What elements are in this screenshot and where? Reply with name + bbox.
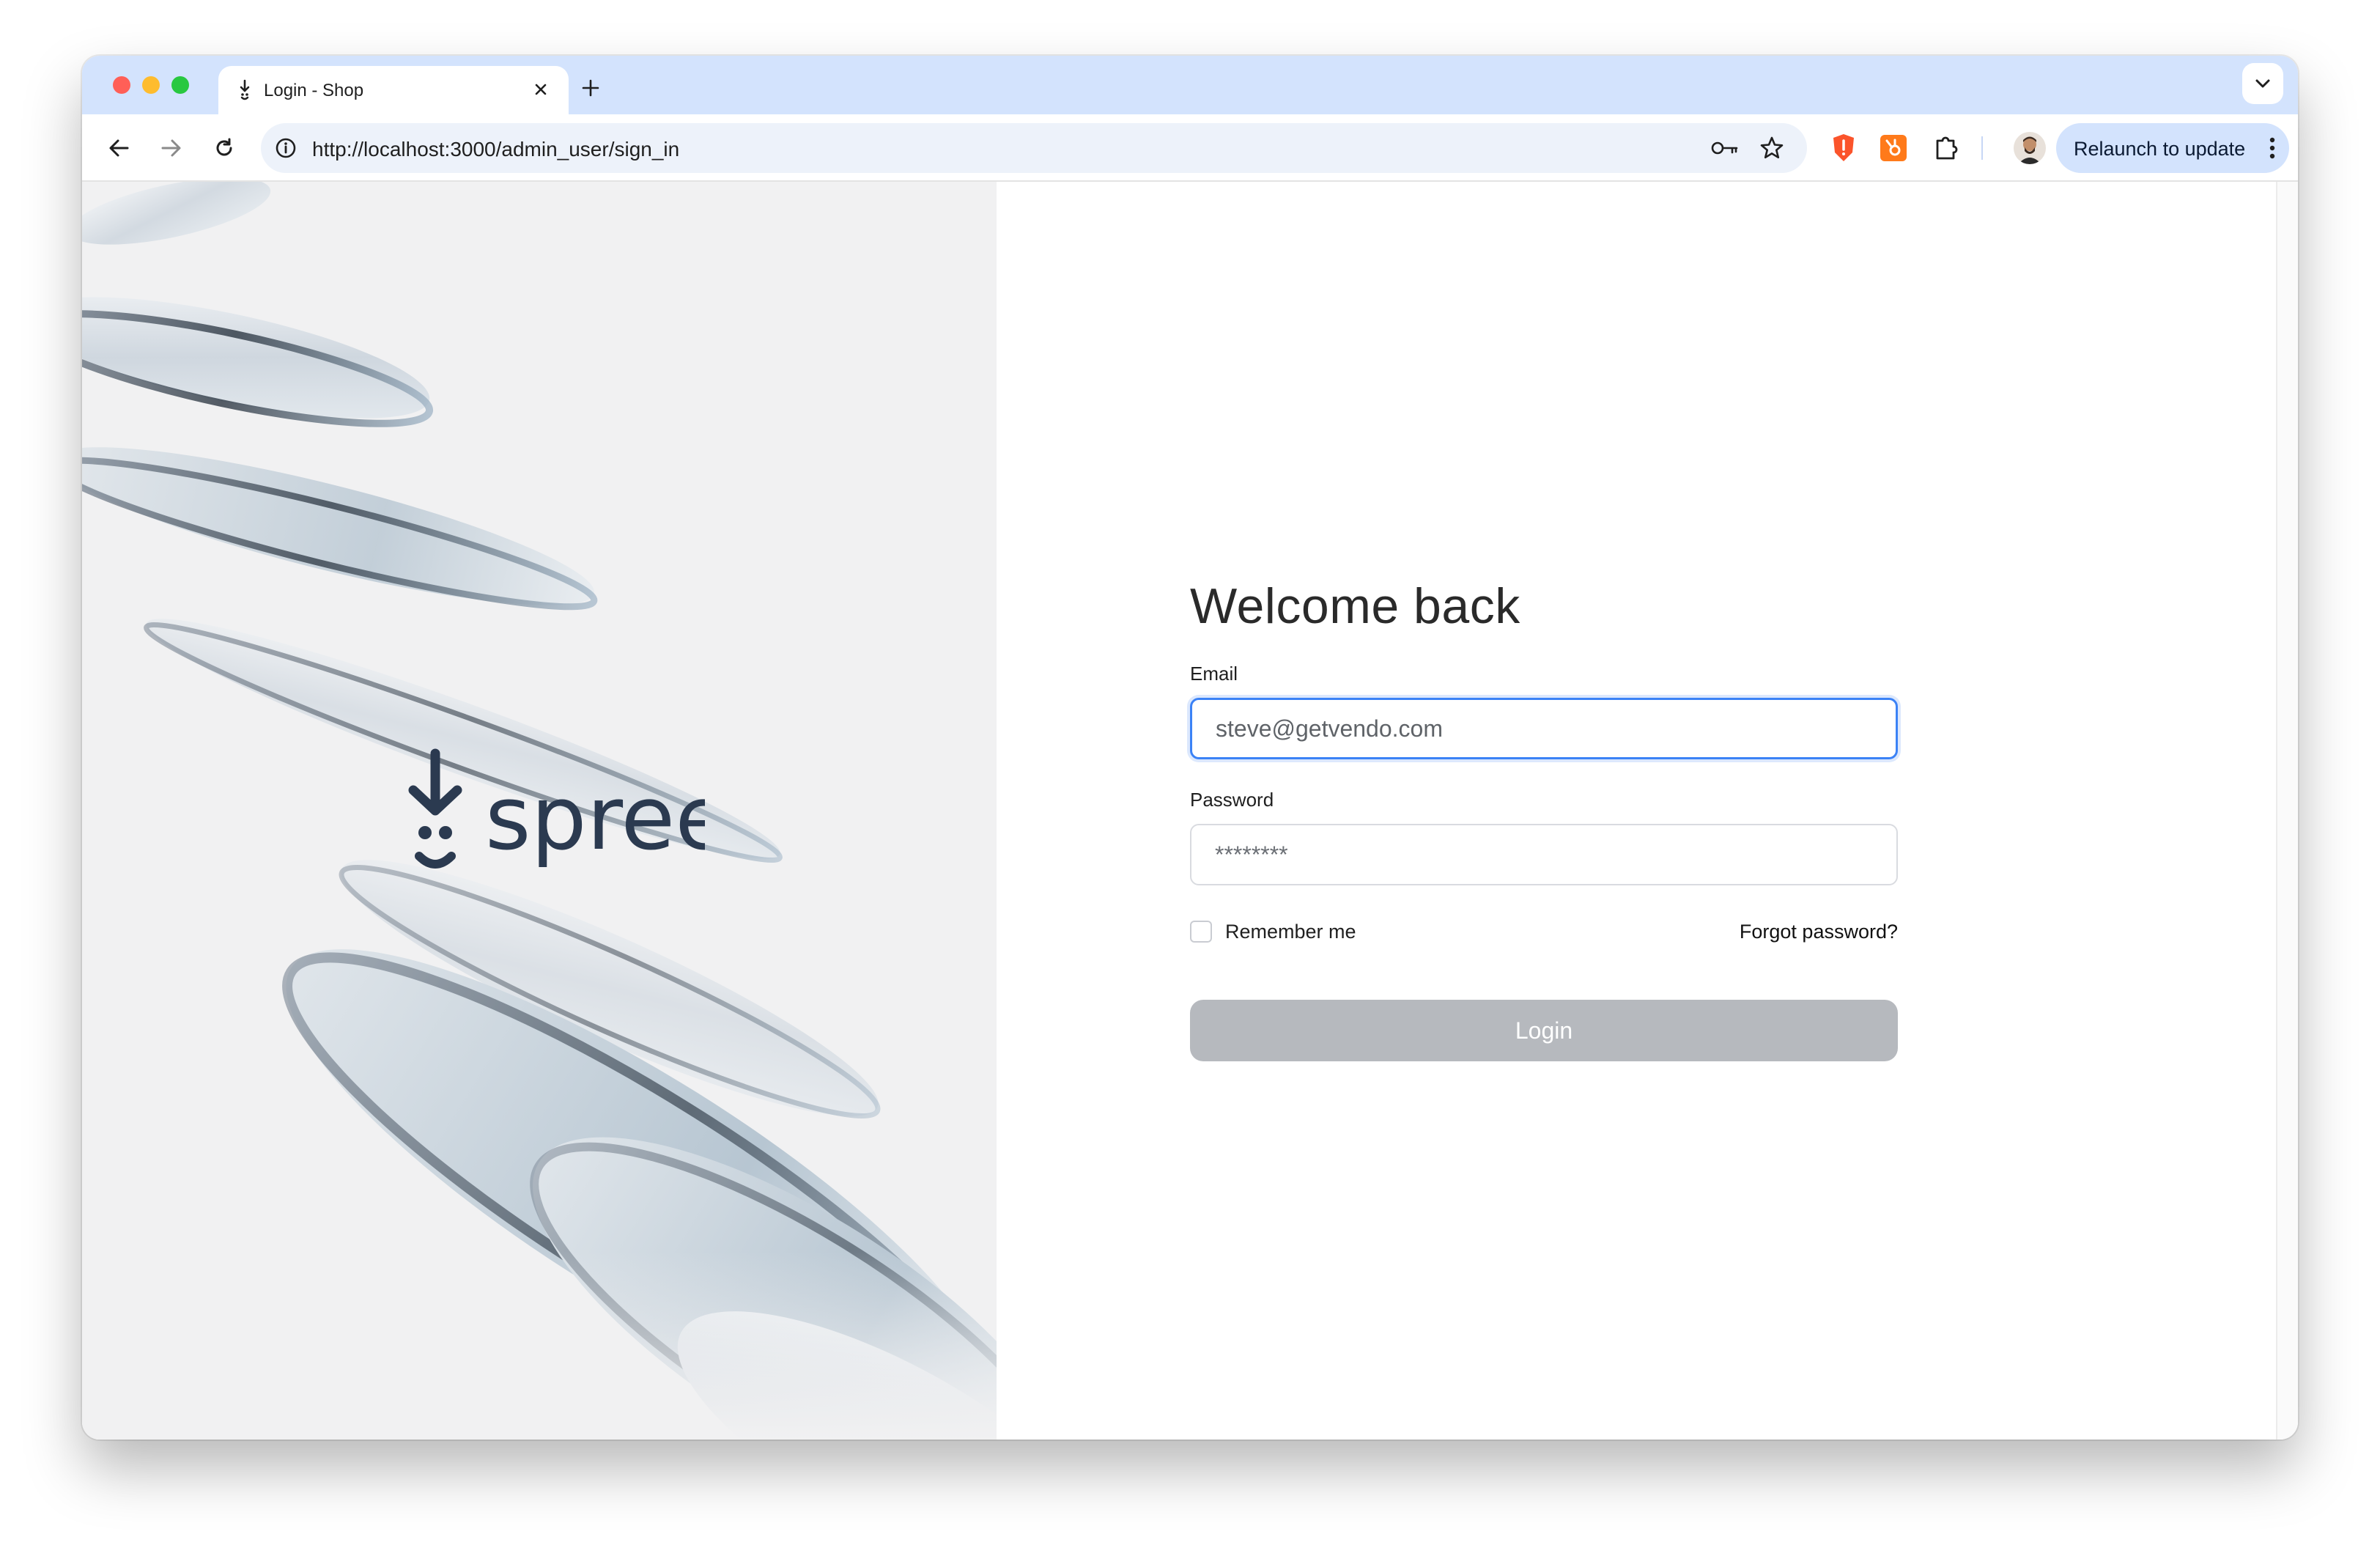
brave-shield-icon[interactable] <box>1829 132 1858 164</box>
relaunch-label: Relaunch to update <box>2074 138 2246 160</box>
email-field[interactable]: steve@getvendo.com <box>1190 698 1898 759</box>
tab-search-chevron-icon[interactable] <box>2242 63 2283 104</box>
back-arrow-icon[interactable] <box>100 129 138 167</box>
spree-logo-text: spree <box>485 768 705 870</box>
spree-favicon-icon <box>240 79 250 100</box>
forgot-password-link[interactable]: Forgot password? <box>1740 921 1898 943</box>
zoom-window-button[interactable] <box>171 76 189 94</box>
close-window-button[interactable] <box>113 76 130 94</box>
tab-strip: Login - Shop <box>82 56 2298 114</box>
url-text[interactable]: http://localhost:3000/admin_user/sign_in <box>312 138 679 161</box>
password-label: Password <box>1190 789 1274 811</box>
more-menu-icon[interactable] <box>2269 136 2276 160</box>
email-label: Email <box>1190 663 1238 685</box>
profile-avatar[interactable] <box>2014 132 2046 164</box>
forward-arrow-icon[interactable] <box>152 129 191 167</box>
bookmark-star-icon[interactable] <box>1759 135 1785 161</box>
scrollbar[interactable] <box>2276 182 2298 1440</box>
toolbar-divider <box>1981 136 1983 160</box>
page-viewport: spree Welcome back Email steve@getvendo.… <box>82 182 2298 1440</box>
hero-image-panel: spree <box>82 182 997 1440</box>
spree-logo: spree <box>408 748 705 870</box>
remember-me-label[interactable]: Remember me <box>1225 921 1356 943</box>
password-field[interactable]: ******** <box>1190 824 1898 885</box>
password-key-icon[interactable] <box>1710 136 1740 160</box>
page-title: Welcome back <box>1190 578 1520 634</box>
email-value: steve@getvendo.com <box>1216 715 1443 742</box>
extensions-puzzle-icon[interactable] <box>1932 132 1961 164</box>
relaunch-to-update-button[interactable]: Relaunch to update <box>2056 123 2289 173</box>
tab-title: Login - Shop <box>264 81 364 100</box>
tab-close-icon[interactable] <box>528 76 554 103</box>
hubspot-extension-icon[interactable] <box>1879 132 1908 164</box>
tab-login-shop[interactable]: Login - Shop <box>218 66 569 114</box>
remember-me-checkbox[interactable] <box>1190 921 1212 943</box>
address-bar[interactable]: http://localhost:3000/admin_user/sign_in <box>261 123 1807 173</box>
reload-icon[interactable] <box>205 129 243 167</box>
login-button[interactable]: Login <box>1190 1000 1898 1061</box>
minimize-window-button[interactable] <box>142 76 160 94</box>
site-info-icon[interactable] <box>274 136 298 160</box>
browser-window: Login - Shop http://localhost:3000/admin… <box>82 56 2298 1440</box>
new-tab-plus-icon[interactable] <box>573 70 608 106</box>
browser-toolbar: http://localhost:3000/admin_user/sign_in <box>82 114 2298 182</box>
password-value: ******** <box>1215 841 1288 868</box>
